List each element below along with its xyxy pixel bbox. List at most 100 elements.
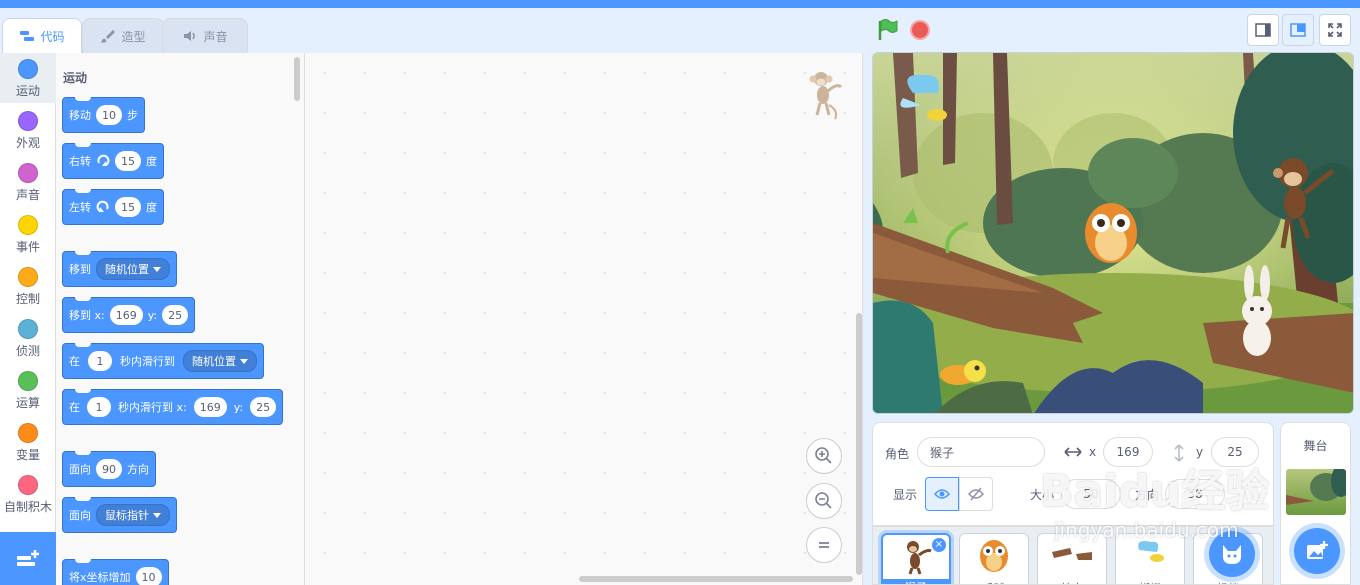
tab-code[interactable]: 代码: [2, 18, 82, 53]
owl-sprite[interactable]: [1085, 203, 1137, 263]
block-input[interactable]: 10: [135, 567, 162, 585]
block-text: 步: [127, 109, 138, 122]
cat-face-icon: [1223, 545, 1241, 564]
block-text: 度: [146, 155, 157, 168]
palette-scrollbar[interactable]: [294, 57, 300, 101]
size-label: 大小: [1030, 488, 1055, 502]
sprite-thumb-owl[interactable]: 毛球: [959, 533, 1029, 584]
operators-dot-icon: [18, 371, 38, 391]
block-text: 面向: [69, 463, 91, 476]
block-turn-right[interactable]: 右转 15 度: [62, 143, 164, 179]
category-looks[interactable]: 外观: [0, 105, 56, 155]
x-input[interactable]: 169: [1103, 437, 1153, 467]
speaker-icon: [184, 31, 196, 41]
y-input[interactable]: 25: [1211, 437, 1259, 467]
green-flag-icon[interactable]: [877, 18, 899, 42]
stop-icon[interactable]: [910, 20, 930, 40]
block-input-y[interactable]: 25: [250, 397, 277, 417]
block-input-x[interactable]: 169: [193, 397, 227, 417]
tab-code-label: 代码: [40, 29, 65, 44]
sprite-list: × 猴子 毛球 枯木 蝴蝶 蚂蚁: [872, 526, 1274, 585]
choose-sprite-button[interactable]: [1209, 531, 1255, 577]
block-text: 左转: [69, 201, 91, 214]
block-input[interactable]: 10: [96, 105, 122, 125]
add-backdrop-icon: [1307, 541, 1328, 559]
small-stage-button[interactable]: [1247, 14, 1279, 46]
block-glide-to[interactable]: 在 1 秒内滑行到 随机位置: [62, 343, 264, 379]
variables-dot-icon: [18, 423, 38, 443]
show-sprite-button[interactable]: [925, 477, 959, 511]
stage-canvas[interactable]: [872, 52, 1354, 414]
monkey-icon: [907, 541, 932, 575]
sprite-thumb-butterfly[interactable]: 蝴蝶: [1115, 533, 1185, 584]
delete-sprite-icon[interactable]: ×: [932, 538, 946, 552]
block-input[interactable]: 15: [115, 197, 141, 217]
sprite-thumb-name: 枯木: [1038, 580, 1106, 584]
block-move-steps[interactable]: 移动 10 步: [62, 97, 145, 133]
workspace-horizontal-scrollbar[interactable]: [579, 576, 853, 582]
block-input-y[interactable]: 25: [162, 305, 189, 325]
script-workspace[interactable]: [305, 53, 863, 585]
category-my-blocks[interactable]: 自制积木: [0, 469, 56, 519]
category-motion[interactable]: 运动: [0, 53, 56, 103]
block-goto[interactable]: 移到 随机位置: [62, 251, 177, 287]
add-extension-button[interactable]: [0, 532, 56, 585]
category-operators[interactable]: 运算: [0, 365, 56, 415]
block-change-x[interactable]: 将x坐标增加 10: [62, 559, 169, 585]
sprite-thumb-name: 蚂蚁: [1194, 580, 1262, 584]
stage-selector-panel[interactable]: 舞台: [1280, 422, 1351, 585]
my-blocks-dot-icon: [18, 475, 38, 495]
block-text: 度: [146, 201, 157, 214]
size-input[interactable]: 50: [1061, 479, 1121, 509]
eye-icon: [934, 489, 950, 499]
block-point-towards[interactable]: 面向 鼠标指针: [62, 497, 177, 533]
block-dropdown[interactable]: 随机位置: [96, 258, 170, 280]
block-input-x[interactable]: 169: [109, 305, 143, 325]
zoom-reset-button[interactable]: [806, 527, 842, 563]
block-text: 方向: [127, 463, 149, 476]
block-text: 在: [69, 355, 80, 368]
block-point-direction[interactable]: 面向 90 方向: [62, 451, 156, 487]
fullscreen-button[interactable]: [1319, 14, 1351, 46]
direction-input[interactable]: 58: [1165, 479, 1225, 509]
sprite-name-input[interactable]: 猴子: [917, 437, 1045, 467]
sprite-thumb-monkey[interactable]: × 猴子: [881, 533, 951, 584]
sprite-info-panel: 角色 猴子 x 169 y 25 显示 大小 50 方向 58: [872, 422, 1274, 526]
category-label: 运算: [15, 396, 40, 410]
choose-backdrop-button[interactable]: [1294, 528, 1340, 574]
block-input[interactable]: 15: [115, 151, 141, 171]
category-events[interactable]: 事件: [0, 209, 56, 259]
zoom-in-icon: [815, 447, 832, 464]
block-input[interactable]: 90: [96, 459, 122, 479]
tab-sounds[interactable]: 声音: [162, 18, 248, 53]
tab-costumes[interactable]: 造型: [82, 18, 164, 53]
category-label: 运动: [15, 84, 40, 98]
block-input[interactable]: 1: [88, 351, 112, 371]
sprite-thumb-log[interactable]: 枯木: [1037, 533, 1107, 584]
category-label: 事件: [15, 240, 40, 254]
zoom-in-button[interactable]: [806, 438, 842, 474]
block-dropdown[interactable]: 鼠标指针: [96, 504, 170, 526]
palette-section-title: 运动: [63, 71, 88, 85]
block-glide-to-xy[interactable]: 在 1 秒内滑行到 x: 169 y: 25: [62, 389, 284, 425]
category-sensing[interactable]: 侦测: [0, 313, 56, 363]
category-variables[interactable]: 变量: [0, 417, 56, 467]
block-turn-left[interactable]: 左转 15 度: [62, 189, 164, 225]
category-sound[interactable]: 声音: [0, 157, 56, 207]
block-dropdown[interactable]: 随机位置: [183, 350, 257, 372]
backdrop-thumbnail[interactable]: [1286, 469, 1346, 515]
block-palette: 运动 移动 10 步 右转 15 度 左转 15 度 移到 随机位置 移到 x:…: [56, 53, 305, 585]
butterfly-icon: [1138, 541, 1164, 562]
zoom-reset-icon: [819, 542, 829, 548]
normal-stage-button[interactable]: [1282, 14, 1314, 46]
block-goto-xy[interactable]: 移到 x: 169 y: 25: [62, 297, 196, 333]
workspace-vertical-scrollbar[interactable]: [856, 313, 862, 575]
hide-sprite-button[interactable]: [959, 477, 993, 511]
zoom-out-button[interactable]: [806, 483, 842, 519]
category-control[interactable]: 控制: [0, 261, 56, 311]
category-label: 控制: [15, 292, 40, 306]
block-input[interactable]: 1: [87, 397, 111, 417]
tab-sounds-label: 声音: [203, 29, 228, 44]
sprite-name-label: 角色: [885, 447, 910, 461]
category-label: 声音: [15, 188, 40, 202]
